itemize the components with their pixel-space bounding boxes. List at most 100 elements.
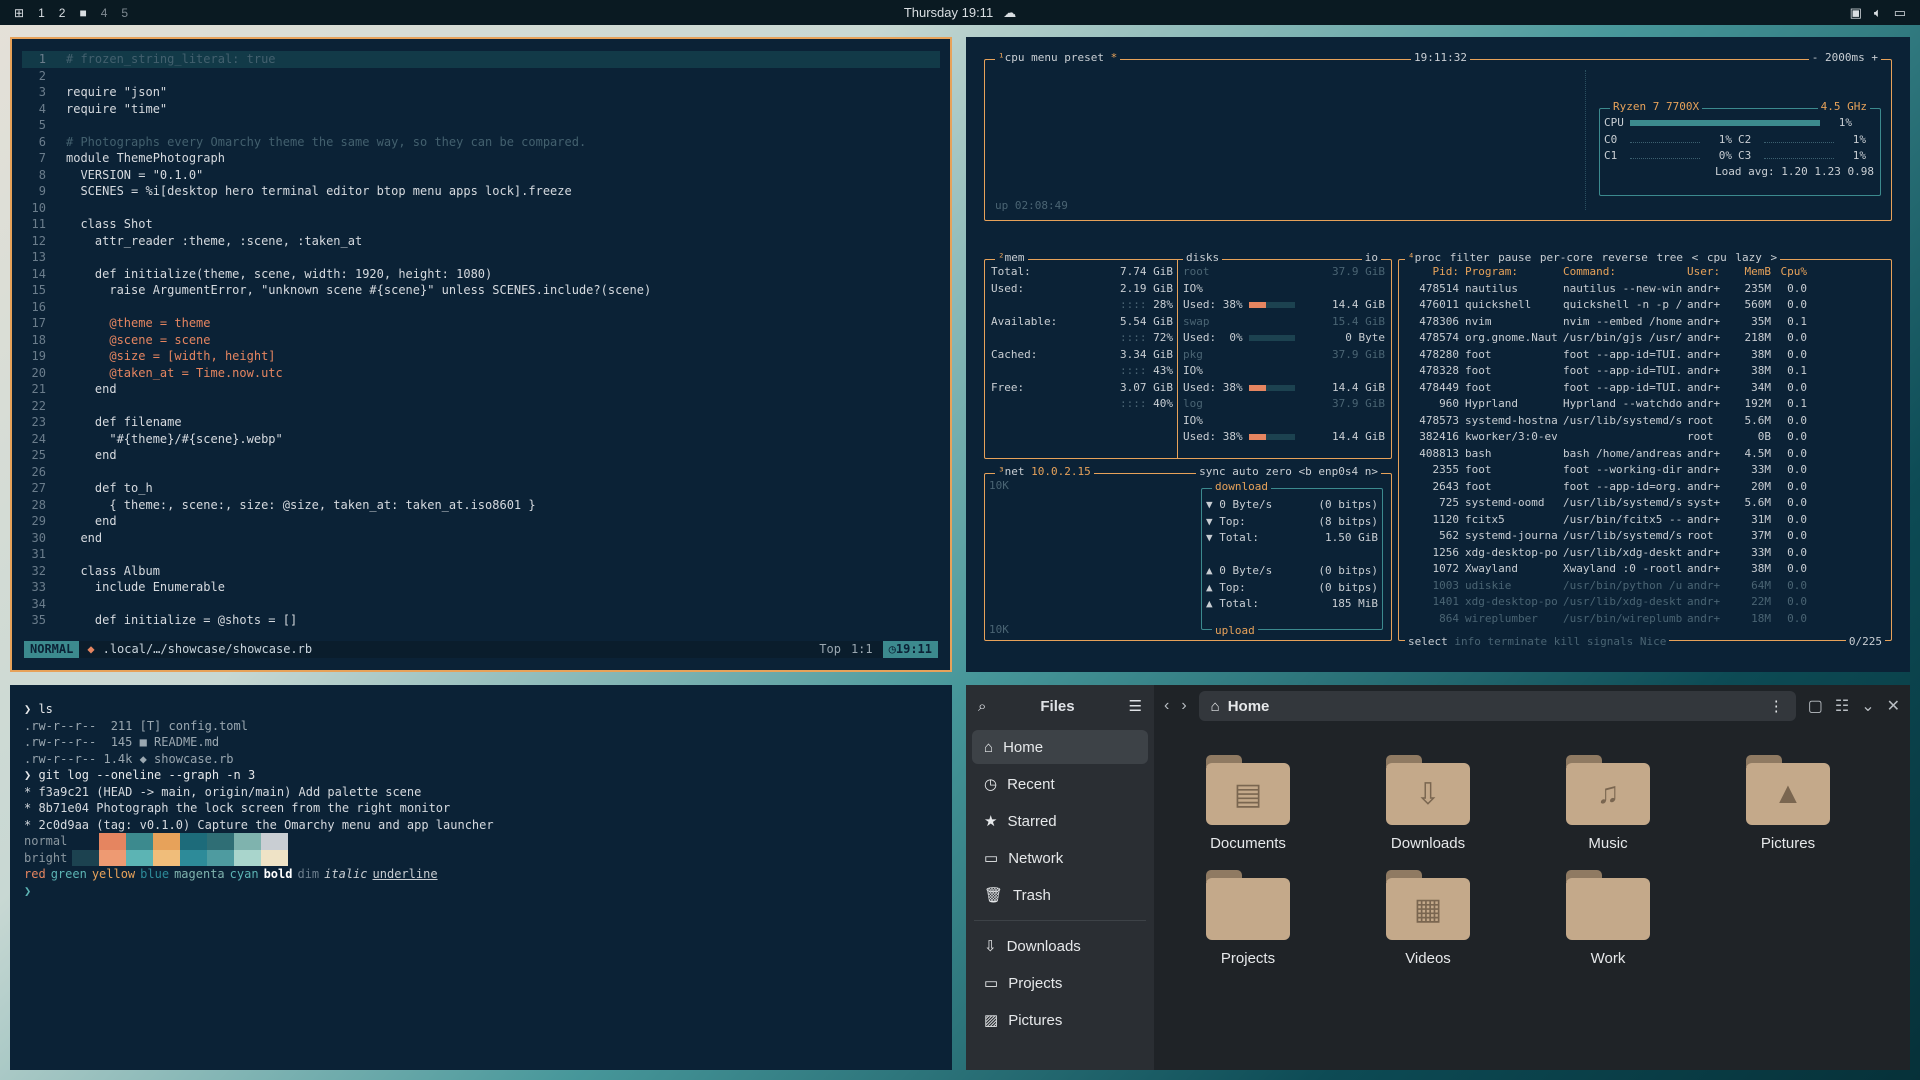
search-icon[interactable]: ⌕ xyxy=(978,698,986,715)
hamburger-menu-icon[interactable]: ☰ xyxy=(1129,697,1142,715)
net-options[interactable]: sync auto zero <b enp0s4 n> xyxy=(1196,465,1381,479)
editor-line[interactable]: 2 xyxy=(22,68,940,85)
process-row[interactable]: 1072 Xwayland Xwayland :0 -rootl andr+ 38M 0.… xyxy=(1403,561,1887,578)
editor-line[interactable]: 31 xyxy=(22,546,940,563)
sidebar-item-trash[interactable]: 🗑︎ Trash xyxy=(972,878,1148,912)
process-row[interactable]: 478328 foot foot --app-id=TUI. andr+ 38M 0.1 xyxy=(1403,363,1887,380)
sidebar-item-home[interactable]: ⌂ Home xyxy=(972,730,1148,764)
editor-line[interactable]: 13 xyxy=(22,249,940,266)
process-row[interactable]: 864 wireplumber/usr/bin/wireplumb andr+ 18M… xyxy=(1403,611,1887,628)
editor-line[interactable]: 6 # Photographs every Omarchy theme the s… xyxy=(22,134,940,151)
editor-line[interactable]: 28 { theme:, scene:, size: @size, taken_… xyxy=(22,497,940,514)
process-row[interactable]: 382416kworker/3:0-evenroot0B0.0 xyxy=(1403,429,1887,446)
editor-line[interactable]: 10 xyxy=(22,200,940,217)
workspace-2[interactable]: 2 xyxy=(59,6,66,20)
process-row[interactable]: 478449 foot foot --app-id=TUI. andr+ 34M 0.0 xyxy=(1403,380,1887,397)
process-row[interactable]: 1401 xdg-desktop-por/usr/lib/xdg-deskt and… xyxy=(1403,594,1887,611)
process-row[interactable]: 1256 xdg-desktop-por/usr/lib/xdg-deskt and… xyxy=(1403,545,1887,562)
process-row[interactable]: 2643 foot foot --app-id=org. andr+ 20M 0.0 xyxy=(1403,479,1887,496)
folder-documents[interactable]: ▤ Documents xyxy=(1158,755,1338,852)
workspace-1[interactable]: 1 xyxy=(38,6,45,20)
process-row[interactable]: 1003 udiskie/usr/bin/python /u andr+ 64M 0.0 xyxy=(1403,578,1887,595)
editor-line[interactable]: 4 require "time" xyxy=(22,101,940,118)
process-row[interactable]: 725 systemd-oomd/usr/lib/systemd/s syst+ 5.… xyxy=(1403,495,1887,512)
editor-line[interactable]: 14 def initialize(theme, scene, width: 1… xyxy=(22,266,940,283)
io-toggle[interactable]: io xyxy=(1361,251,1381,265)
proc-tab[interactable]: proc xyxy=(1415,251,1442,264)
proc-action[interactable]: Nice xyxy=(1640,635,1667,648)
editor-line[interactable]: 33 include Enumerable xyxy=(22,579,940,596)
editor-line[interactable]: 1 # frozen_string_literal: true xyxy=(22,51,940,68)
proc-tab[interactable]: < cpu lazy > xyxy=(1692,251,1777,264)
btop-window[interactable]: ¹cpu menu preset * 19:11:32 - 2000ms + R… xyxy=(966,37,1910,672)
process-row[interactable]: 408813 bash bash /home/andreas andr+ 4.5M 0.0 xyxy=(1403,446,1887,463)
bookmark-pictures[interactable]: ▨ Pictures xyxy=(972,1003,1148,1037)
editor-line[interactable]: 24 "#{theme}/#{scene}.webp" xyxy=(22,431,940,448)
folder-projects[interactable]: Projects xyxy=(1158,870,1338,967)
bookmark-downloads[interactable]: ⇩ Downloads xyxy=(972,929,1148,963)
proc-tab[interactable]: tree xyxy=(1656,251,1683,264)
terminal-window[interactable]: ❯ ls .rw-r--r-- 211 [T] config.toml .rw-r-… xyxy=(10,685,952,1070)
workspace-3-active[interactable]: ■ xyxy=(79,6,86,20)
process-row[interactable]: 478574 org.gnome.Nauti/usr/bin/gjs /usr/a… xyxy=(1403,330,1887,347)
disks-title[interactable]: disks xyxy=(1183,251,1223,265)
proc-action[interactable]: info xyxy=(1454,635,1481,648)
editor-line[interactable]: 22 xyxy=(22,398,940,415)
bookmark-projects[interactable]: ▭ Projects xyxy=(972,966,1148,1000)
launcher-icon[interactable]: ⊞ xyxy=(14,6,24,20)
workspace-4[interactable]: 4 xyxy=(101,6,108,20)
proc-box-title[interactable]: ⁴proc filter pause per-core reverse tree… xyxy=(1405,251,1781,265)
proc-tab[interactable]: per-core xyxy=(1540,251,1593,264)
editor-line[interactable]: 32 class Album xyxy=(22,563,940,580)
screen-icon[interactable]: ▣ xyxy=(1850,5,1862,21)
forward-icon[interactable]: › xyxy=(1181,697,1186,715)
process-row[interactable]: 2355 foot foot --working-dir andr+ 33M 0.0 xyxy=(1403,462,1887,479)
sidebar-item-recent[interactable]: ◷ Recent xyxy=(972,767,1148,801)
folder-downloads[interactable]: ⇩ Downloads xyxy=(1338,755,1518,852)
editor-line[interactable]: 3 require "json" xyxy=(22,84,940,101)
editor-line[interactable]: 30 end xyxy=(22,530,940,547)
editor-line[interactable]: 15 raise ArgumentError, "unknown scene #… xyxy=(22,282,940,299)
files-window[interactable]: ⌕ Files ☰ ⌂ Home ◷ Recent ★ Starred ▭ Network 🗑︎… xyxy=(966,685,1910,1070)
editor-buffer[interactable]: 1 # frozen_string_literal: true 2 3 require … xyxy=(22,51,940,629)
editor-line[interactable]: 5 xyxy=(22,117,940,134)
proc-action[interactable]: select xyxy=(1408,635,1448,648)
back-icon[interactable]: ‹ xyxy=(1164,697,1169,715)
process-row[interactable]: 960 Hyprland Hyprland --watchdo andr+ 192M 0.… xyxy=(1403,396,1887,413)
update-rate[interactable]: - 2000ms + xyxy=(1808,51,1881,65)
editor-line[interactable]: 17 @theme = theme xyxy=(22,315,940,332)
location-menu-icon[interactable]: ⋮ xyxy=(1769,697,1784,715)
new-window-icon[interactable]: ▢ xyxy=(1808,696,1823,716)
proc-tab[interactable]: filter xyxy=(1450,251,1490,264)
process-table[interactable]: Pid: Program: Command: User: MemB Cpu% 478514 n… xyxy=(1403,264,1887,627)
editor-window[interactable]: 1 # frozen_string_literal: true 2 3 require … xyxy=(10,37,952,672)
close-icon[interactable]: ✕ xyxy=(1887,696,1900,716)
cpu-box-title[interactable]: ¹cpu menu preset * xyxy=(995,51,1121,65)
view-list-icon[interactable]: ☷ xyxy=(1835,696,1849,716)
editor-line[interactable]: 20 @taken_at = Time.now.utc xyxy=(22,365,940,382)
editor-line[interactable]: 23 def filename xyxy=(22,414,940,431)
editor-line[interactable]: 18 @scene = scene xyxy=(22,332,940,349)
process-row[interactable]: 476011 quickshell quickshell -n -p / andr+ 5… xyxy=(1403,297,1887,314)
proc-tab[interactable]: pause xyxy=(1498,251,1531,264)
process-row[interactable]: 562 systemd-journal/usr/lib/systemd/s root… xyxy=(1403,528,1887,545)
process-row[interactable]: 478573 systemd-hostnam/usr/lib/systemd/s r… xyxy=(1403,413,1887,430)
editor-line[interactable]: 34 xyxy=(22,596,940,613)
editor-line[interactable]: 27 def to_h xyxy=(22,480,940,497)
process-row[interactable]: 478514 nautilus nautilus --new-win andr+ 235… xyxy=(1403,281,1887,298)
proc-footer[interactable]: select info terminate kill signals Nice xyxy=(1405,635,1670,649)
process-row[interactable]: 478280 foot foot --app-id=TUI. andr+ 38M 0.0 xyxy=(1403,347,1887,364)
folder-work[interactable]: Work xyxy=(1518,870,1698,967)
net-box-title[interactable]: ³net 10.0.2.15 xyxy=(995,465,1094,479)
editor-line[interactable]: 35 def initialize = @shots = [] xyxy=(22,612,940,629)
chevron-down-icon[interactable]: ⌄ xyxy=(1861,696,1874,716)
editor-line[interactable]: 11 class Shot xyxy=(22,216,940,233)
proc-tab[interactable]: reverse xyxy=(1601,251,1647,264)
workspace-5[interactable]: 5 xyxy=(121,6,128,20)
proc-action[interactable]: signals xyxy=(1587,635,1633,648)
sidebar-item-starred[interactable]: ★ Starred xyxy=(972,804,1148,838)
folder-music[interactable]: ♫ Music xyxy=(1518,755,1698,852)
editor-line[interactable]: 26 xyxy=(22,464,940,481)
mem-box-title[interactable]: ²mem xyxy=(995,251,1028,265)
editor-line[interactable]: 21 end xyxy=(22,381,940,398)
